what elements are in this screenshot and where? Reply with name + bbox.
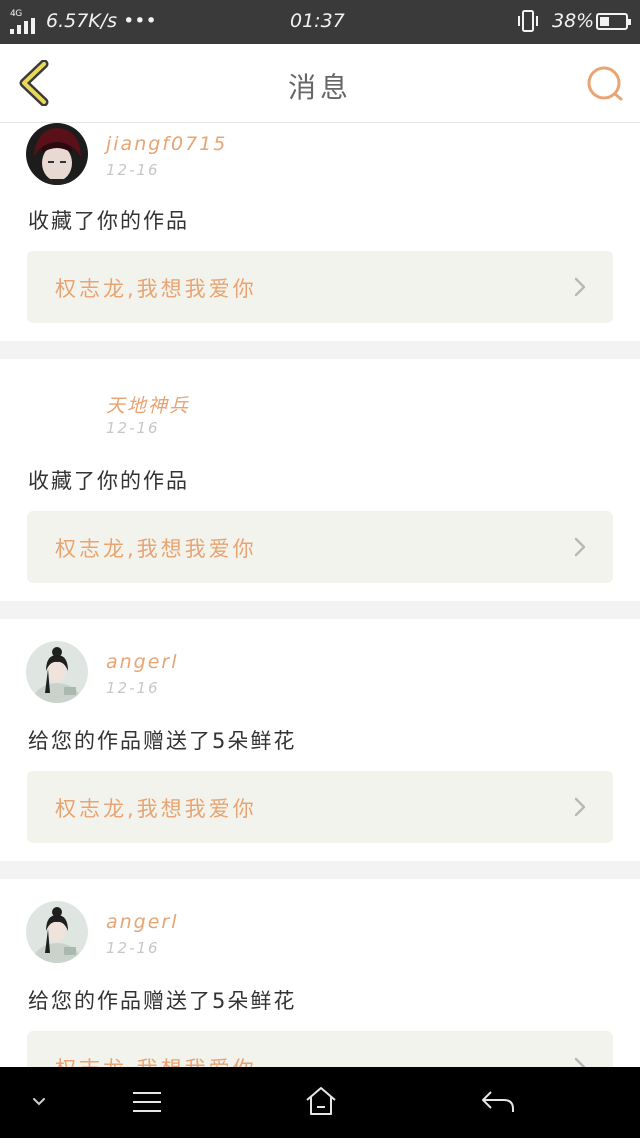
work-link[interactable]: 权志龙,我想我爱你 [27, 1031, 613, 1067]
avatar[interactable] [26, 381, 88, 443]
divider [0, 861, 640, 879]
avatar[interactable] [26, 901, 88, 963]
divider [0, 601, 640, 619]
work-title: 权志龙,我想我爱你 [55, 797, 257, 821]
chevron-right-icon [574, 1057, 586, 1067]
signal-icon [10, 18, 38, 34]
network-speed: 6.57K/s ••• [46, 10, 157, 32]
home-icon[interactable] [304, 1085, 338, 1117]
work-title: 权志龙,我想我爱你 [55, 277, 257, 301]
chevron-down-icon[interactable] [30, 1095, 48, 1109]
username[interactable]: 天地神兵 [106, 391, 190, 418]
work-link[interactable]: 权志龙,我想我爱你 [27, 771, 613, 843]
battery-percent: 38% [552, 10, 595, 32]
username[interactable]: angerl [106, 651, 179, 673]
action-text: 收藏了你的作品 [28, 469, 189, 493]
battery-icon [596, 13, 631, 30]
clock: 01:37 [290, 10, 345, 32]
work-title: 权志龙,我想我爱你 [55, 1053, 257, 1067]
action-text: 收藏了你的作品 [28, 209, 189, 233]
action-text: 给您的作品赠送了5朵鲜花 [28, 729, 297, 753]
work-link[interactable]: 权志龙,我想我爱你 [27, 511, 613, 583]
username[interactable]: jiangf0715 [106, 133, 227, 155]
username[interactable]: angerl [106, 911, 179, 933]
message-date: 12-16 [106, 419, 160, 437]
work-title: 权志龙,我想我爱你 [55, 537, 257, 561]
page-title: 消息 [287, 71, 352, 104]
status-bar: 4G 6.57K/s ••• 01:37 38% [0, 0, 640, 44]
chevron-right-icon [574, 537, 586, 557]
avatar[interactable] [26, 123, 88, 185]
action-text: 给您的作品赠送了5朵鲜花 [28, 989, 297, 1013]
menu-icon[interactable] [131, 1089, 163, 1115]
list-item: angerl 12-16 给您的作品赠送了5朵鲜花 权志龙,我想我爱你 [0, 879, 640, 1067]
search-icon[interactable] [584, 64, 628, 104]
header-bar: 消息 [0, 44, 640, 123]
message-date: 12-16 [106, 161, 160, 179]
chevron-right-icon [574, 797, 586, 817]
avatar[interactable] [26, 641, 88, 703]
message-date: 12-16 [106, 679, 160, 697]
vibrate-icon [518, 10, 538, 32]
back-arrow-icon[interactable] [480, 1089, 516, 1115]
work-link[interactable]: 权志龙,我想我爱你 [27, 251, 613, 323]
list-item: jiangf0715 12-16 收藏了你的作品 权志龙,我想我爱你 [0, 123, 640, 343]
list-item: angerl 12-16 给您的作品赠送了5朵鲜花 权志龙,我想我爱你 [0, 619, 640, 843]
divider [0, 341, 640, 359]
list-item: 天地神兵 12-16 收藏了你的作品 权志龙,我想我爱你 [0, 359, 640, 583]
chevron-right-icon [574, 277, 586, 297]
system-nav-bar [0, 1067, 640, 1138]
message-list[interactable]: jiangf0715 12-16 收藏了你的作品 权志龙,我想我爱你 天地神兵 … [0, 123, 640, 1067]
message-date: 12-16 [106, 939, 160, 957]
